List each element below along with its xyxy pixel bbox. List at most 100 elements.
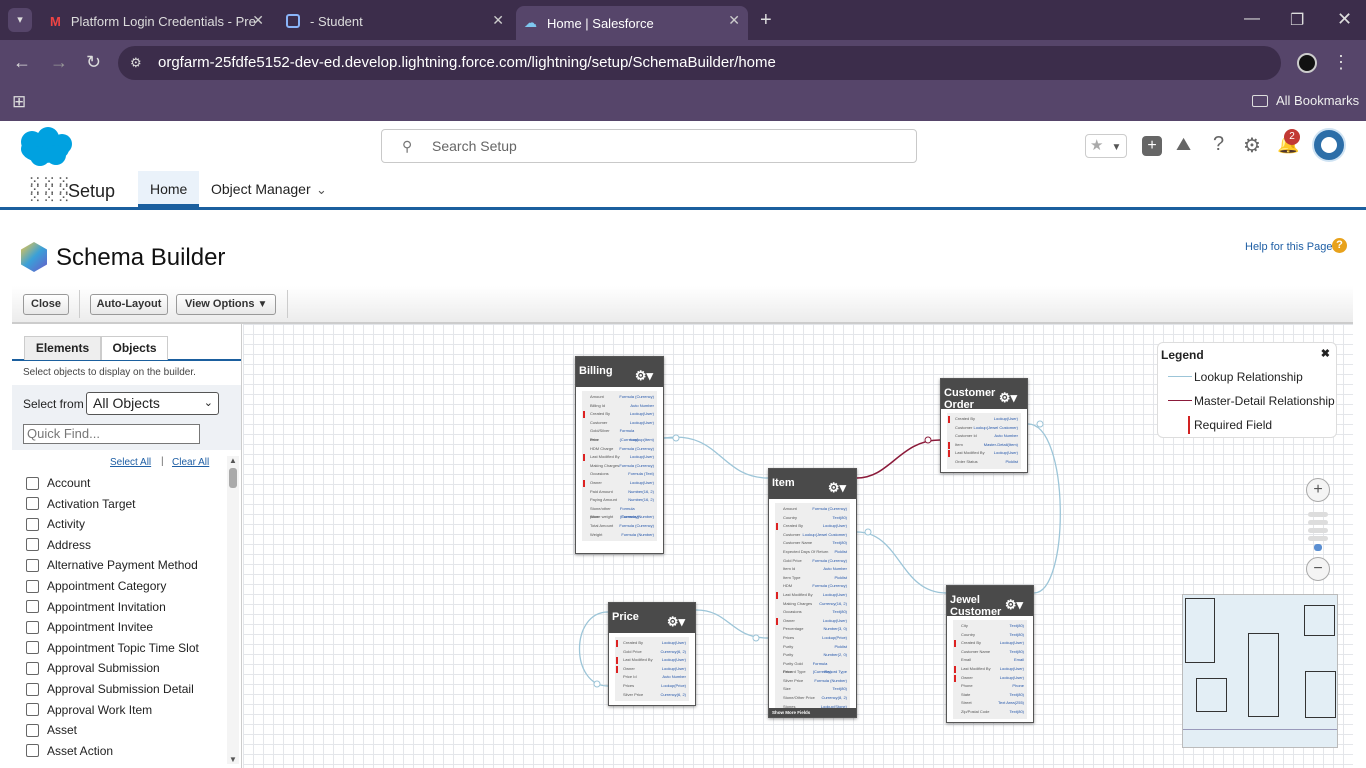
lookup-line-item-jewel bbox=[856, 531, 947, 594]
entity-field-row[interactable]: Silver Price Formula (Number) bbox=[775, 677, 850, 686]
entity-field-row[interactable]: Prices Lookup(Price) bbox=[775, 634, 850, 643]
entity-gear-icon[interactable]: ⚙▾ bbox=[667, 614, 685, 630]
entity-field-row[interactable]: Gold/Silver Price Formula (Currency) bbox=[582, 427, 657, 442]
entity-field-row[interactable]: Owner Lookup(User) bbox=[775, 617, 850, 626]
minimap[interactable] bbox=[1182, 594, 1338, 748]
entity-field-row[interactable]: Item Master-Detail(Item) bbox=[947, 441, 1021, 450]
entity-field-row[interactable]: Last Modified By Lookup(User) bbox=[582, 453, 657, 462]
entity-field-row[interactable]: Weight Formula (Number) bbox=[582, 531, 657, 540]
entity-field-row[interactable]: Record Type Record Type bbox=[775, 668, 850, 677]
entity-field-row[interactable]: Created By Lookup(User) bbox=[775, 522, 850, 531]
entity-field-row[interactable]: State Text(80) bbox=[953, 691, 1027, 700]
field-name: Last Modified By bbox=[623, 657, 653, 663]
field-type: Lookup(User) bbox=[661, 640, 686, 645]
field-type: Lookup(User) bbox=[999, 665, 1024, 671]
entity-gear-icon[interactable]: ⚙▾ bbox=[1005, 597, 1023, 613]
entity-field-row[interactable]: Occasions Formula (Text) bbox=[582, 470, 657, 479]
field-type: Picklist bbox=[834, 643, 847, 649]
entity-field-row[interactable]: Stone/Other Price Currency(8, 2) bbox=[775, 694, 850, 703]
field-type: Text(80) bbox=[1009, 691, 1024, 697]
entity-field-row[interactable]: Expected Days Of Return Picklist bbox=[775, 548, 850, 557]
entity-field-row[interactable]: Country Text(80) bbox=[775, 514, 850, 523]
entity-field-row[interactable]: HDM Charge Formula (Currency) bbox=[582, 445, 657, 454]
entity-field-row[interactable]: Amount Formula (Currency) bbox=[775, 505, 850, 514]
entity-field-row[interactable]: Gold Price Formula (Currency) bbox=[775, 557, 850, 566]
entity-field-row[interactable]: Stone/other price Formula (Currency) bbox=[582, 505, 657, 520]
entity-field-row[interactable]: Customer Name Text(80) bbox=[953, 648, 1027, 657]
entity-field-row[interactable]: Making Charges Currency(16, 2) bbox=[775, 600, 850, 609]
entity-field-row[interactable]: Last Modified By Lookup(User) bbox=[775, 591, 850, 600]
entity-field-row[interactable]: Customer Name Text(80) bbox=[775, 539, 850, 548]
entity-field-row[interactable]: Purity Gold Price Formula (Currency) bbox=[775, 660, 850, 675]
entity-header[interactable]: Item ⚙▾ bbox=[769, 469, 856, 499]
entity-field-row[interactable]: Last Modified By Lookup(User) bbox=[953, 665, 1027, 674]
show-more-fields-link[interactable]: Show More Fields bbox=[769, 708, 856, 717]
entity-field-row[interactable]: HDM Formula (Currency) bbox=[775, 582, 850, 591]
entity-field-row[interactable]: Making Charges Formula (Currency) bbox=[582, 462, 657, 471]
field-name: Phone bbox=[961, 683, 973, 689]
entity-jewel-customer[interactable]: Jewel Customer ⚙▾ City Text(80) Country Text(… bbox=[946, 585, 1034, 723]
zoom-out-icon[interactable]: − bbox=[1306, 557, 1330, 581]
entity-gear-icon[interactable]: ⚙▾ bbox=[999, 390, 1017, 406]
entity-field-row[interactable]: Created By Lookup(User) bbox=[615, 639, 689, 648]
entity-field-row[interactable]: Size Text(80) bbox=[775, 685, 850, 694]
entity-gear-icon[interactable]: ⚙▾ bbox=[828, 480, 846, 496]
field-name: Silver Price bbox=[783, 677, 804, 683]
field-type: Formula (Currency) bbox=[619, 394, 654, 399]
close-legend-icon[interactable]: ✖ bbox=[1321, 347, 1330, 360]
entity-field-row[interactable]: Prices Lookup(Price) bbox=[615, 682, 689, 691]
field-type: Text(80) bbox=[832, 514, 847, 520]
entity-billing[interactable]: Billing ⚙▾ Amount Formula (Currency) Billing… bbox=[575, 356, 664, 554]
entity-field-row[interactable]: Billing Id Auto Number bbox=[582, 402, 657, 411]
entity-header[interactable]: Billing ⚙▾ bbox=[576, 357, 663, 387]
entity-field-row[interactable]: Created By Lookup(User) bbox=[582, 410, 657, 419]
entity-field-row[interactable]: Owner Lookup(User) bbox=[953, 674, 1027, 683]
entity-field-row[interactable]: Last Modified By Lookup(User) bbox=[947, 449, 1021, 458]
entity-field-row[interactable]: Customer Id Auto Number bbox=[947, 432, 1021, 441]
entity-field-row[interactable]: Amount Formula (Currency) bbox=[582, 393, 657, 402]
entity-field-row[interactable]: Customer Lookup(User) bbox=[582, 419, 657, 428]
entity-field-row[interactable]: City Text(80) bbox=[953, 622, 1027, 631]
zoom-in-icon[interactable]: + bbox=[1306, 478, 1330, 502]
entity-header[interactable]: Jewel Customer ⚙▾ bbox=[947, 586, 1033, 618]
entity-field-row[interactable]: Occasions Text(80) bbox=[775, 608, 850, 617]
entity-field-row[interactable]: Created By Lookup(User) bbox=[953, 639, 1027, 648]
entity-field-row[interactable]: Paid Amount Number(16, 2) bbox=[582, 488, 657, 497]
entity-item[interactable]: Item ⚙▾ Amount Formula (Currency) Country Tex… bbox=[768, 468, 857, 718]
entity-field-row[interactable]: Total Amount Formula (Currency) bbox=[582, 522, 657, 531]
field-type: Picklist bbox=[834, 548, 847, 554]
entity-field-row[interactable]: Purity Number(2, 0) bbox=[775, 651, 850, 660]
entity-field-row[interactable]: Item Lookup(Item) bbox=[582, 436, 657, 445]
field-type: Lookup(User) bbox=[661, 665, 686, 671]
entity-field-row[interactable]: Price Id Auto Number bbox=[615, 673, 689, 682]
entity-price[interactable]: Price ⚙▾ Created By Lookup(User) Gold Price C… bbox=[608, 602, 696, 706]
entity-field-row[interactable]: Purity Picklist bbox=[775, 643, 850, 652]
entity-field-row[interactable]: Silver Price Currency(6, 2) bbox=[615, 691, 689, 700]
entity-field-row[interactable]: Created By Lookup(User) bbox=[947, 415, 1021, 424]
field-type: Auto Number bbox=[994, 433, 1018, 439]
entity-field-row[interactable]: Last Modified By Lookup(User) bbox=[615, 656, 689, 665]
entity-gear-icon[interactable]: ⚙▾ bbox=[635, 368, 653, 384]
entity-header[interactable]: Price ⚙▾ bbox=[609, 603, 695, 633]
entity-field-row[interactable]: Email Email bbox=[953, 656, 1027, 665]
entity-field-row[interactable]: Stone weight Formula (Number) bbox=[582, 513, 657, 522]
entity-field-list: Created By Lookup(User) Gold Price Currency… bbox=[615, 637, 689, 702]
entity-field-row[interactable]: Item Type Picklist bbox=[775, 574, 850, 583]
zoom-slider[interactable] bbox=[1308, 512, 1328, 551]
entity-field-row[interactable]: Paying Amount Number(16, 2) bbox=[582, 496, 657, 505]
entity-field-row[interactable]: Owner Lookup(User) bbox=[582, 479, 657, 488]
field-type: Lookup(Price) bbox=[822, 634, 847, 640]
entity-field-row[interactable]: Street Text Area(255) bbox=[953, 699, 1027, 708]
entity-field-row[interactable]: Owner Lookup(User) bbox=[615, 665, 689, 674]
entity-field-row[interactable]: Zip/Postal Code Text(80) bbox=[953, 708, 1027, 717]
entity-field-row[interactable]: Customer Lookup(Jewel Customer) bbox=[775, 531, 850, 540]
entity-field-row[interactable]: Percentage Number(3, 0) bbox=[775, 625, 850, 634]
entity-header[interactable]: Customer Order ⚙▾ bbox=[941, 379, 1027, 411]
entity-field-row[interactable]: Item Id Auto Number bbox=[775, 565, 850, 574]
entity-field-row[interactable]: Customer Lookup(Jewel Customer) bbox=[947, 424, 1021, 433]
entity-field-row[interactable]: Gold Price Currency(6, 2) bbox=[615, 648, 689, 657]
entity-field-row[interactable]: Country Text(80) bbox=[953, 631, 1027, 640]
entity-customer-order[interactable]: Customer Order ⚙▾ Created By Lookup(User) Cu… bbox=[940, 378, 1028, 473]
entity-field-row[interactable]: Phone Phone bbox=[953, 682, 1027, 691]
entity-field-row[interactable]: Order Status Picklist bbox=[947, 458, 1021, 467]
